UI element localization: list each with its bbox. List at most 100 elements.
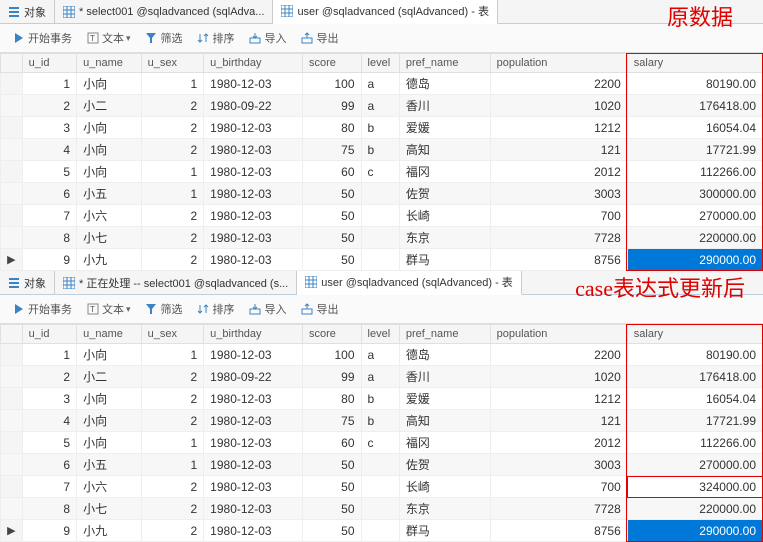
cell-prefname[interactable]: 德岛 [399, 73, 490, 95]
cell-uname[interactable]: 小九 [77, 520, 142, 542]
cell-score[interactable]: 50 [303, 183, 362, 205]
cell-salary[interactable]: 80190.00 [627, 73, 762, 95]
cell-prefname[interactable]: 佐贺 [399, 183, 490, 205]
cell-salary[interactable]: 80190.00 [627, 344, 762, 366]
table-row[interactable]: 7小六21980-12-0350长崎700324000.00 [1, 476, 763, 498]
cell-uid[interactable]: 4 [22, 410, 76, 432]
export-button[interactable]: 导出 [295, 299, 345, 319]
cell-score[interactable]: 50 [303, 249, 362, 271]
cell-population[interactable]: 2012 [490, 161, 627, 183]
cell-usex[interactable]: 2 [141, 388, 204, 410]
cell-uid[interactable]: 2 [22, 366, 76, 388]
cell-population[interactable]: 121 [490, 410, 627, 432]
cell-uid[interactable]: 1 [22, 344, 76, 366]
cell-uid[interactable]: 5 [22, 432, 76, 454]
cell-uname[interactable]: 小六 [77, 476, 142, 498]
cell-ubirthday[interactable]: 1980-12-03 [204, 520, 303, 542]
cell-prefname[interactable]: 香川 [399, 366, 490, 388]
cell-prefname[interactable]: 群马 [399, 249, 490, 271]
col-population[interactable]: population [490, 54, 627, 73]
cell-level[interactable] [361, 520, 399, 542]
table-row[interactable]: 8小七21980-12-0350东京7728220000.00 [1, 498, 763, 520]
cell-score[interactable]: 50 [303, 227, 362, 249]
cell-uname[interactable]: 小七 [77, 227, 142, 249]
table-row[interactable]: 3小向21980-12-0380b爱媛121216054.04 [1, 388, 763, 410]
cell-uname[interactable]: 小向 [77, 117, 142, 139]
cell-ubirthday[interactable]: 1980-09-22 [204, 95, 303, 117]
cell-uname[interactable]: 小二 [77, 366, 142, 388]
cell-score[interactable]: 50 [303, 476, 362, 498]
col-uid[interactable]: u_id [22, 54, 76, 73]
cell-score[interactable]: 60 [303, 161, 362, 183]
cell-usex[interactable]: 2 [141, 498, 204, 520]
table-row[interactable]: ▶9小九21980-12-0350群马8756290000.00 [1, 520, 763, 542]
cell-uid[interactable]: 3 [22, 117, 76, 139]
table-row[interactable]: 8小七21980-12-0350东京7728220000.00 [1, 227, 763, 249]
cell-ubirthday[interactable]: 1980-12-03 [204, 183, 303, 205]
tab-objects[interactable]: 对象 [0, 0, 55, 24]
cell-level[interactable] [361, 476, 399, 498]
cell-prefname[interactable]: 香川 [399, 95, 490, 117]
table-row[interactable]: 2小二21980-09-2299a香川1020176418.00 [1, 95, 763, 117]
cell-usex[interactable]: 2 [141, 410, 204, 432]
cell-level[interactable]: b [361, 117, 399, 139]
filter-button[interactable]: 筛选 [139, 28, 189, 48]
export-button[interactable]: 导出 [295, 28, 345, 48]
col-salary[interactable]: salary [627, 54, 762, 73]
cell-population[interactable]: 121 [490, 139, 627, 161]
cell-uid[interactable]: 8 [22, 227, 76, 249]
col-usex[interactable]: u_sex [141, 54, 204, 73]
cell-uname[interactable]: 小向 [77, 139, 142, 161]
cell-usex[interactable]: 1 [141, 344, 204, 366]
text-button[interactable]: T文本▾ [80, 28, 137, 48]
cell-uname[interactable]: 小七 [77, 498, 142, 520]
cell-salary[interactable]: 290000.00 [627, 520, 762, 542]
col-prefname[interactable]: pref_name [399, 54, 490, 73]
cell-salary[interactable]: 176418.00 [627, 95, 762, 117]
cell-ubirthday[interactable]: 1980-12-03 [204, 227, 303, 249]
cell-uid[interactable]: 4 [22, 139, 76, 161]
text-button[interactable]: T文本▾ [80, 299, 137, 319]
cell-ubirthday[interactable]: 1980-12-03 [204, 249, 303, 271]
cell-population[interactable]: 1020 [490, 95, 627, 117]
cell-score[interactable]: 50 [303, 205, 362, 227]
col-level[interactable]: level [361, 54, 399, 73]
data-grid-top[interactable]: u_id u_name u_sex u_birthday score level… [0, 53, 763, 271]
table-row[interactable]: ▶9小九21980-12-0350群马8756290000.00 [1, 249, 763, 271]
cell-population[interactable]: 2200 [490, 73, 627, 95]
cell-uid[interactable]: 9 [22, 520, 76, 542]
col-score[interactable]: score [303, 325, 362, 344]
col-usex[interactable]: u_sex [141, 325, 204, 344]
cell-usex[interactable]: 1 [141, 454, 204, 476]
cell-salary[interactable]: 17721.99 [627, 139, 762, 161]
col-uname[interactable]: u_name [77, 325, 142, 344]
cell-usex[interactable]: 2 [141, 366, 204, 388]
cell-uid[interactable]: 1 [22, 73, 76, 95]
cell-level[interactable]: a [361, 73, 399, 95]
cell-uid[interactable]: 7 [22, 476, 76, 498]
cell-uname[interactable]: 小向 [77, 432, 142, 454]
data-grid-bottom[interactable]: u_id u_name u_sex u_birthday score level… [0, 324, 763, 542]
cell-prefname[interactable]: 佐贺 [399, 454, 490, 476]
cell-prefname[interactable]: 爱媛 [399, 388, 490, 410]
cell-ubirthday[interactable]: 1980-12-03 [204, 432, 303, 454]
cell-level[interactable] [361, 498, 399, 520]
cell-uname[interactable]: 小向 [77, 161, 142, 183]
cell-population[interactable]: 1212 [490, 117, 627, 139]
cell-population[interactable]: 2012 [490, 432, 627, 454]
table-row[interactable]: 2小二21980-09-2299a香川1020176418.00 [1, 366, 763, 388]
cell-salary[interactable]: 176418.00 [627, 366, 762, 388]
cell-level[interactable]: c [361, 432, 399, 454]
cell-prefname[interactable]: 爱媛 [399, 117, 490, 139]
cell-level[interactable] [361, 454, 399, 476]
cell-uid[interactable]: 9 [22, 249, 76, 271]
filter-button[interactable]: 筛选 [139, 299, 189, 319]
col-score[interactable]: score [303, 54, 362, 73]
import-button[interactable]: 导入 [243, 299, 293, 319]
cell-score[interactable]: 100 [303, 73, 362, 95]
cell-population[interactable]: 8756 [490, 520, 627, 542]
cell-uid[interactable]: 2 [22, 95, 76, 117]
cell-prefname[interactable]: 群马 [399, 520, 490, 542]
start-transaction-button[interactable]: 开始事务 [6, 28, 78, 48]
cell-population[interactable]: 700 [490, 205, 627, 227]
